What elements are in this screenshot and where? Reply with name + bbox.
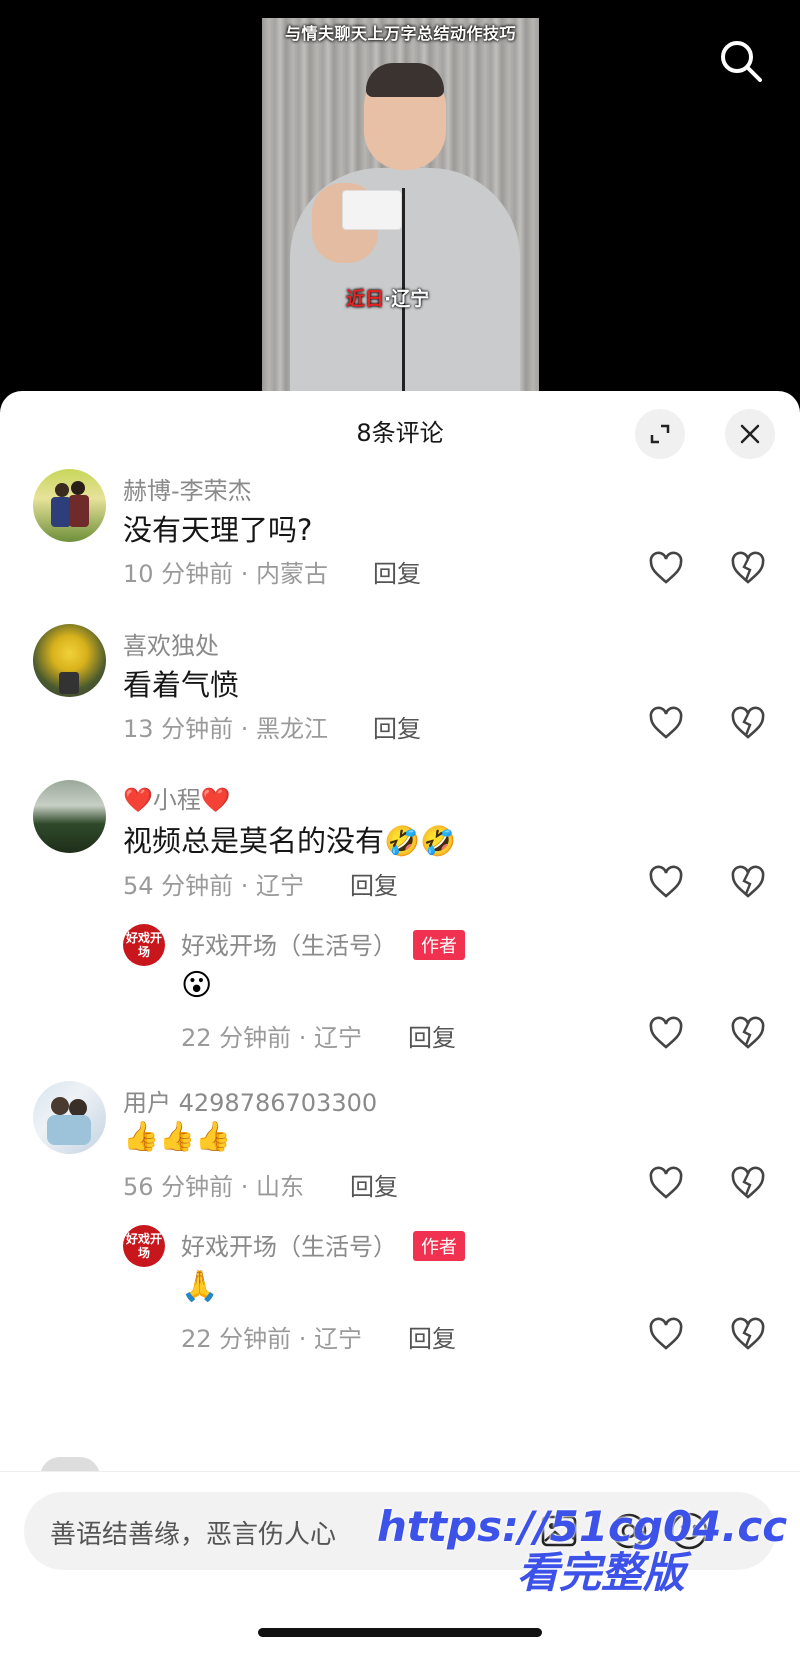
username-text: 小程 [152,786,201,814]
video-title-overlay: 与情夫聊天上万字总结动作技巧 [284,24,516,43]
heart-emoji: ❤️ [123,786,153,814]
comment-text: 👍👍👍 [123,1119,232,1153]
id-card [342,190,402,230]
broken-heart-icon[interactable] [730,550,766,586]
comment-username[interactable]: 用户 4298786703300 [123,1083,377,1118]
author-avatar[interactable]: 好戏开场 [123,1225,165,1267]
broken-heart-icon[interactable] [730,1165,766,1201]
location-date: 近日 [346,288,385,310]
watermark-link: https://51cg04.cc 看完整版 [377,1504,787,1596]
broken-heart-icon[interactable] [730,1316,766,1352]
reply-meta: 22 分钟前 · 辽宁 [181,1325,363,1353]
close-icon [740,424,760,444]
laughing-emoji: 🤣🤣 [384,824,457,858]
video-frame[interactable]: 与情夫聊天上万字总结动作技巧 近日·辽宁 [262,18,539,395]
heart-icon[interactable] [648,864,684,900]
comment-meta: 56 分钟前 · 山东 [123,1173,305,1201]
comment-text: 视频总是莫名的没有🤣🤣 [123,818,456,860]
comment-text: 没有天理了吗? [123,513,313,547]
video-area[interactable]: 与情夫聊天上万字总结动作技巧 近日·辽宁 [0,0,800,395]
avatar[interactable] [33,780,106,853]
broken-heart-icon[interactable] [730,1015,766,1051]
close-button[interactable] [725,409,775,459]
comment-meta: 54 分钟前 · 辽宁 [123,872,305,900]
heart-icon[interactable] [648,1165,684,1201]
broken-heart-icon[interactable] [730,705,766,741]
reply-username[interactable]: 好戏开场（生活号） [181,1227,397,1262]
video-location-tag: 近日·辽宁 [346,284,429,311]
comment-username[interactable]: 赫博-李荣杰 [123,471,252,506]
reply-button[interactable]: 回复 [350,866,398,901]
avatar[interactable] [33,1081,106,1154]
search-icon[interactable] [716,36,766,86]
heart-icon[interactable] [648,705,684,741]
author-avatar[interactable]: 好戏开场 [123,924,165,966]
reply-text: 😮 [181,968,213,1003]
reply-button[interactable]: 回复 [373,709,421,744]
reply-button[interactable]: 回复 [408,1018,456,1053]
comment-username[interactable]: 喜欢独处 [123,626,219,661]
comment-text-body: 视频总是莫名的没有 [123,824,385,858]
reply-button[interactable]: 回复 [408,1319,456,1354]
heart-icon[interactable] [648,1015,684,1051]
home-indicator[interactable] [258,1628,542,1637]
expand-button[interactable] [635,409,685,459]
heart-emoji: ❤️ [200,786,231,814]
heart-icon[interactable] [648,1316,684,1352]
heart-icon[interactable] [648,550,684,586]
comments-sheet: 8条评论 赫博-李荣杰 没有天理了吗? 10 分钟前 · 内蒙古 回复 喜欢独处… [0,391,800,1655]
watermark-cta: 看完整版 [517,1548,686,1597]
comment-meta: 13 分钟前 · 黑龙江 [123,715,329,743]
watermark-url: https://51cg04.cc [377,1502,788,1551]
expand-icon [650,424,670,444]
location-place: ·辽宁 [384,288,430,310]
comment-text: 看着气愤 [123,668,240,702]
person-hair [366,63,444,97]
comment-meta: 10 分钟前 · 内蒙古 [123,560,329,588]
reply-text: 🙏 [181,1269,219,1304]
comment-username[interactable]: ❤️小程❤️ [123,780,231,815]
author-badge: 作者 [413,930,465,960]
reply-button[interactable]: 回复 [350,1167,398,1202]
avatar[interactable] [33,624,106,697]
broken-heart-icon[interactable] [730,864,766,900]
reply-meta: 22 分钟前 · 辽宁 [181,1024,363,1052]
author-badge: 作者 [413,1231,465,1261]
reply-button[interactable]: 回复 [373,554,421,589]
comment-input-placeholder: 善语结善缘，恶言伤人心 [50,1520,337,1550]
avatar[interactable] [33,469,106,542]
reply-username[interactable]: 好戏开场（生活号） [181,926,397,961]
